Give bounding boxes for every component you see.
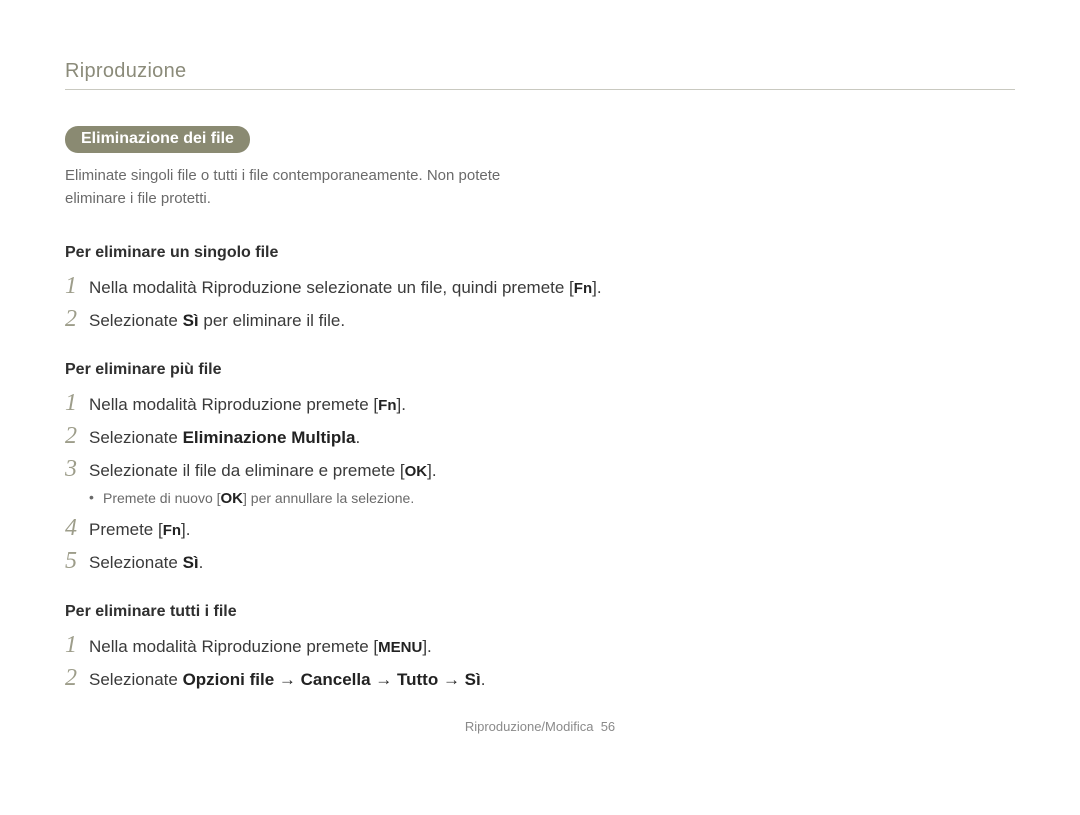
bold-text: Sì bbox=[183, 553, 199, 572]
step-number: 2 bbox=[65, 422, 89, 451]
text: per eliminare il file. bbox=[199, 311, 345, 330]
text: Nella modalità Riproduzione selezionate … bbox=[89, 278, 574, 297]
breadcrumb: Riproduzione bbox=[65, 60, 1015, 90]
text: Selezionate il file da eliminare e preme… bbox=[89, 461, 405, 480]
step-text: Nella modalità Riproduzione premete [MEN… bbox=[89, 631, 432, 660]
step-number: 2 bbox=[65, 305, 89, 334]
text: ]. bbox=[427, 461, 436, 480]
text: Selezionate bbox=[89, 311, 183, 330]
step-number: 5 bbox=[65, 547, 89, 576]
footer-page-number: 56 bbox=[601, 719, 615, 734]
intro-text: Eliminate singoli file o tutti i file co… bbox=[65, 165, 525, 210]
text: Nella modalità Riproduzione premete [ bbox=[89, 637, 378, 656]
bold-text: Sì bbox=[183, 311, 199, 330]
text: ]. bbox=[592, 278, 601, 297]
step: 1 Nella modalità Riproduzione selezionat… bbox=[65, 272, 1015, 301]
step: 1 Nella modalità Riproduzione premete [F… bbox=[65, 389, 1015, 418]
step-number: 2 bbox=[65, 664, 89, 693]
subhead-single-file: Per eliminare un singolo file bbox=[65, 244, 1015, 262]
text: ]. bbox=[422, 637, 431, 656]
footer-label: Riproduzione/Modifica bbox=[465, 719, 594, 734]
text: Selezionate bbox=[89, 553, 183, 572]
step: 4 Premete [Fn]. bbox=[65, 514, 1015, 543]
step-number: 1 bbox=[65, 272, 89, 301]
step-number: 4 bbox=[65, 514, 89, 543]
page-footer: Riproduzione/Modifica 56 bbox=[65, 719, 1015, 734]
text: Premete [ bbox=[89, 520, 163, 539]
text: ]. bbox=[181, 520, 190, 539]
text: Selezionate bbox=[89, 428, 183, 447]
subhead-multi-file: Per eliminare più file bbox=[65, 361, 1015, 379]
step-text: Premete [Fn]. bbox=[89, 514, 190, 543]
text: . bbox=[481, 670, 486, 689]
step-number: 1 bbox=[65, 631, 89, 660]
step: 2 Selezionate Opzioni file → Cancella → … bbox=[65, 664, 1015, 693]
text: Premete di nuovo [ bbox=[103, 490, 221, 506]
step: 2 Selezionate Sì per eliminare il file. bbox=[65, 305, 1015, 334]
text: ] per annullare la selezione. bbox=[243, 490, 414, 506]
step-text: Selezionate Eliminazione Multipla. bbox=[89, 422, 360, 451]
text: Nella modalità Riproduzione premete [ bbox=[89, 395, 378, 414]
fn-key: Fn bbox=[163, 519, 181, 542]
subhead-all-files: Per eliminare tutti i file bbox=[65, 603, 1015, 621]
step-number: 1 bbox=[65, 389, 89, 418]
steps-multi-file: 1 Nella modalità Riproduzione premete [F… bbox=[65, 389, 1015, 577]
section-pill: Eliminazione dei file bbox=[65, 126, 250, 153]
step: 5 Selezionate Sì. bbox=[65, 547, 1015, 576]
step: 2 Selezionate Eliminazione Multipla. bbox=[65, 422, 1015, 451]
step-number: 3 bbox=[65, 455, 89, 484]
steps-single-file: 1 Nella modalità Riproduzione selezionat… bbox=[65, 272, 1015, 335]
text: Selezionate bbox=[89, 670, 183, 689]
step-text: Selezionate Sì. bbox=[89, 547, 203, 576]
fn-key: Fn bbox=[574, 277, 592, 300]
menu-key: MENU bbox=[378, 636, 422, 659]
step-text: Selezionate il file da eliminare e preme… bbox=[89, 455, 437, 510]
ok-key: OK bbox=[405, 460, 428, 483]
ok-key: OK bbox=[221, 487, 244, 510]
steps-all-files: 1 Nella modalità Riproduzione premete [M… bbox=[65, 631, 1015, 694]
sub-bullet: Premete di nuovo [OK] per annullare la s… bbox=[89, 487, 437, 510]
step-text: Selezionate Opzioni file → Cancella → Tu… bbox=[89, 664, 485, 693]
step-text: Nella modalità Riproduzione selezionate … bbox=[89, 272, 602, 301]
bold-text: Opzioni file → Cancella → Tutto → Sì bbox=[183, 670, 481, 689]
step: 3 Selezionate il file da eliminare e pre… bbox=[65, 455, 1015, 510]
text: . bbox=[199, 553, 204, 572]
step: 1 Nella modalità Riproduzione premete [M… bbox=[65, 631, 1015, 660]
text: . bbox=[355, 428, 360, 447]
bold-text: Eliminazione Multipla bbox=[183, 428, 356, 447]
fn-key: Fn bbox=[378, 394, 396, 417]
step-text: Nella modalità Riproduzione premete [Fn]… bbox=[89, 389, 406, 418]
step-text: Selezionate Sì per eliminare il file. bbox=[89, 305, 345, 334]
text: ]. bbox=[396, 395, 405, 414]
